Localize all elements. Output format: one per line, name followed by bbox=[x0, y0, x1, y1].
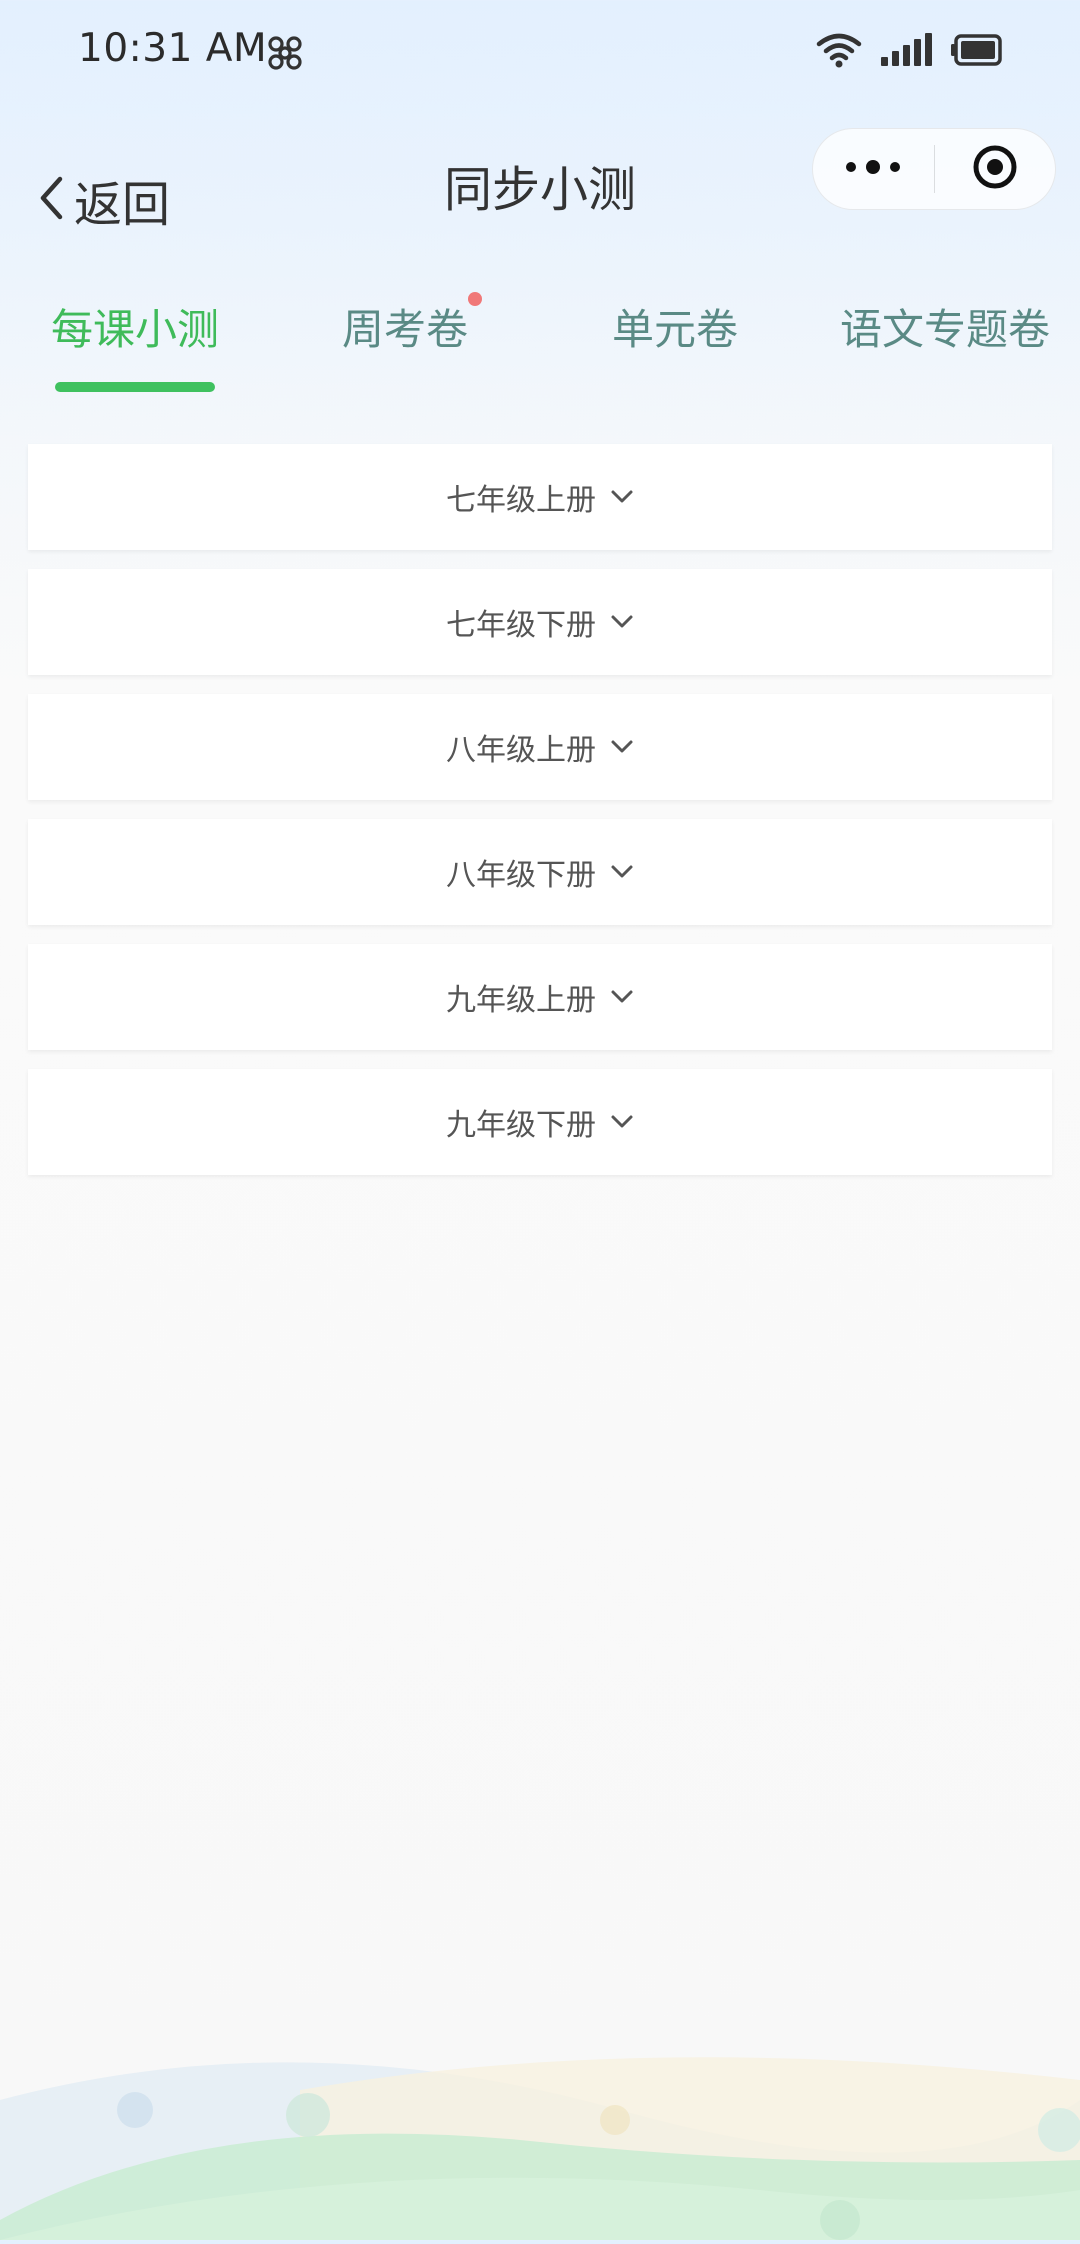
tab-label: 单元卷 bbox=[611, 305, 738, 354]
status-bar: 10:31 AM bbox=[0, 0, 1080, 110]
active-tab-indicator bbox=[55, 382, 215, 392]
cellular-signal-icon bbox=[880, 33, 932, 71]
chevron-down-icon bbox=[610, 989, 634, 1005]
chevron-down-icon bbox=[610, 1114, 634, 1130]
grade-label: 七年级下册 bbox=[446, 608, 596, 643]
grade-label: 九年级下册 bbox=[446, 1108, 596, 1143]
chevron-down-icon bbox=[610, 739, 634, 755]
tab-weekly-exam[interactable]: 周考卷 bbox=[270, 290, 540, 400]
battery-icon bbox=[950, 34, 1002, 70]
grade-row-9a[interactable]: 九年级上册 bbox=[28, 944, 1052, 1050]
grade-row-9b[interactable]: 九年级下册 bbox=[28, 1069, 1052, 1175]
grade-row-8b[interactable]: 八年级下册 bbox=[28, 819, 1052, 925]
tab-label-wrap: 周考卷 bbox=[341, 290, 482, 370]
china-unicom-logo-icon bbox=[266, 34, 304, 72]
bottom-hills-decoration bbox=[0, 2040, 1080, 2240]
close-mini-program-button[interactable] bbox=[935, 128, 1056, 210]
more-button[interactable] bbox=[813, 128, 934, 210]
status-time: 10:31 AM bbox=[78, 26, 268, 71]
tab-unit-exam[interactable]: 单元卷 bbox=[540, 290, 810, 400]
chevron-down-icon bbox=[610, 864, 634, 880]
grade-row-7b[interactable]: 七年级下册 bbox=[28, 569, 1052, 675]
new-badge-dot bbox=[468, 292, 482, 306]
grade-list: 七年级上册 七年级下册 八年级上册 八年级下册 九年级上册 九年级下册 bbox=[28, 444, 1052, 1194]
grade-row-7a[interactable]: 七年级上册 bbox=[28, 444, 1052, 550]
more-dots-icon bbox=[845, 159, 901, 179]
chevron-down-icon bbox=[610, 489, 634, 505]
close-target-icon bbox=[971, 143, 1019, 195]
tab-label: 周考卷 bbox=[341, 305, 468, 354]
grade-label: 八年级上册 bbox=[446, 733, 596, 768]
tab-chinese-topic-exam[interactable]: 语文专题卷 bbox=[810, 290, 1080, 400]
grade-row-8a[interactable]: 八年级上册 bbox=[28, 694, 1052, 800]
grade-label: 八年级下册 bbox=[446, 858, 596, 893]
status-icons bbox=[816, 32, 1002, 72]
wifi-icon bbox=[816, 32, 862, 72]
chevron-down-icon bbox=[610, 614, 634, 630]
mini-program-capsule bbox=[812, 128, 1056, 210]
nav-bar: 返回 同步小测 bbox=[0, 110, 1080, 260]
grade-label: 九年级上册 bbox=[446, 983, 596, 1018]
tab-label: 每课小测 bbox=[50, 305, 219, 354]
grade-label: 七年级上册 bbox=[446, 483, 596, 518]
tab-label: 语文专题卷 bbox=[839, 305, 1050, 354]
